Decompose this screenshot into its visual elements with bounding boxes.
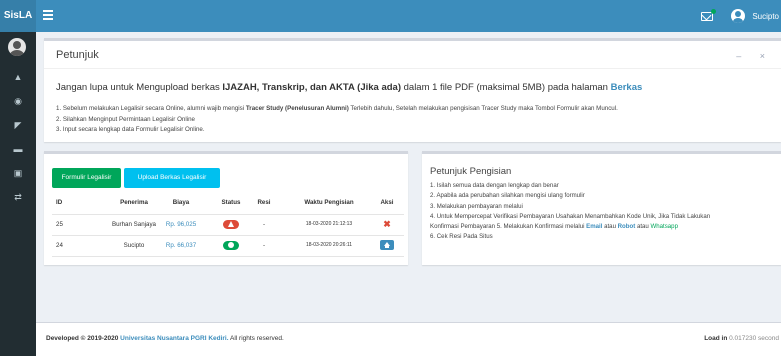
petunjuk-pengisian-box: Petunjuk Pengisian 1. Isilah semua data … (422, 151, 781, 265)
box-tools[interactable]: – × (736, 51, 773, 61)
shuffle-icon[interactable]: ⇄ (0, 192, 36, 202)
footer-load-time: Load in 0.017230 second (704, 335, 779, 342)
whatsapp-link[interactable]: Whatsapp (651, 223, 678, 230)
row-biaya-link[interactable]: Rp. 66,037 (159, 236, 203, 255)
warning-icon (223, 219, 239, 229)
petunjuk-pengisian-list: 1. Isilah semua data dengan lengkap dan … (430, 181, 710, 243)
list-item: 3. Melakukan pembayaran melalui (430, 202, 523, 210)
column-header: Penerima (120, 199, 148, 206)
table-row: 25 Burhan Sanjaya Rp. 96,025 - 18-03-202… (52, 214, 404, 234)
home-icon[interactable]: ▲ (0, 72, 36, 82)
row-penerima: Burhan Sanjaya (111, 221, 157, 228)
upload-icon[interactable] (380, 240, 394, 251)
formulir-legalisir-button[interactable]: Formulir Legalisir (52, 168, 121, 188)
email-link[interactable]: Email (586, 223, 602, 230)
sidebar: ▲ ◉ ◤ ▬ ▣ ⇄ (0, 32, 36, 356)
lock-icon[interactable]: ▣ (0, 168, 36, 178)
petunjuk-pengisian-title: Petunjuk Pengisian (430, 166, 512, 177)
upload-notice: Jangan lupa untuk Mengupload berkas IJAZ… (56, 82, 643, 93)
notification-dot (711, 8, 717, 14)
footer: Developed © 2019-2020 Universitas Nusant… (36, 322, 781, 356)
step-1: 1. Sebelum melakukan Legalisir secara On… (56, 105, 618, 112)
row-id: 25 (56, 221, 63, 228)
footer-copyright: Developed © 2019-2020 Universitas Nusant… (46, 335, 284, 342)
delete-icon[interactable]: ✖ (383, 215, 391, 234)
navbar-right: Sucipto (701, 0, 781, 32)
check-icon (223, 240, 239, 250)
sidebar-avatar (8, 38, 26, 56)
table-header: ID Penerima Biaya Status Resi Waktu Peng… (52, 194, 404, 212)
column-header: Aksi (380, 199, 394, 206)
row-action[interactable] (378, 236, 396, 255)
table-row: 24 Sucipto Rp. 66,037 - 18-03-2020 20:26… (52, 235, 404, 255)
row-resi: - (262, 221, 266, 228)
mail-icon[interactable] (701, 8, 717, 21)
row-action[interactable]: ✖ (378, 215, 396, 234)
robot-link[interactable]: Robot (618, 223, 636, 230)
row-waktu: 18-03-2020 20:26:11 (305, 242, 353, 248)
row-waktu: 18-03-2020 21:12:13 (305, 221, 353, 227)
column-header: ID (56, 199, 63, 206)
column-header: Waktu Pengisian (304, 199, 354, 206)
list-item: 1. Isilah semua data dengan lengkap dan … (430, 182, 559, 189)
row-biaya-link[interactable]: Rp. 96,025 (159, 215, 203, 234)
petunjuk-box: Petunjuk – × Jangan lupa untuk Menguploa… (44, 38, 781, 142)
column-header: Resi (257, 199, 271, 206)
table-bottom-border (52, 256, 404, 257)
user-name[interactable]: Sucipto (752, 12, 779, 21)
divider (44, 68, 781, 69)
petunjuk-title: Petunjuk (56, 49, 99, 61)
app-logo[interactable]: SisLA (0, 0, 36, 32)
list-icon[interactable]: ▬ (0, 144, 36, 154)
list-item: 6. Cek Resi Pada Situs (430, 233, 493, 241)
legalisir-box: Formulir Legalisir Upload Berkas Legalis… (44, 151, 408, 265)
top-navbar: SisLA Sucipto (0, 0, 781, 32)
row-resi: - (262, 242, 266, 249)
chart-icon[interactable]: ◤ (0, 120, 36, 130)
berkas-link[interactable]: Berkas (611, 82, 643, 93)
steps-list: 1. Sebelum melakukan Legalisir secara On… (56, 104, 618, 136)
step-3: 3. Input secara lengkap data Formulir Le… (56, 126, 205, 133)
user-icon[interactable]: ◉ (0, 96, 36, 106)
step-2: 2. Silahkan Menginput Permintaan Legalis… (56, 115, 195, 123)
upload-berkas-button[interactable]: Upload Berkas Legalisir (124, 168, 220, 188)
column-header: Biaya (172, 199, 190, 206)
university-link[interactable]: Universitas Nusantara PGRI Kediri. (120, 335, 228, 342)
sidebar-toggle-icon[interactable] (43, 10, 53, 20)
row-id: 24 (56, 242, 63, 249)
status-badge (220, 215, 242, 234)
list-item: Konfirmasi Pembayaran 5. Melakukan Konfi… (430, 223, 678, 231)
list-item: 2. Apabila ada perubahan silahkan mengis… (430, 192, 585, 200)
status-badge (220, 236, 242, 255)
row-penerima: Sucipto (123, 242, 145, 249)
user-avatar-icon[interactable] (731, 9, 746, 23)
list-item: 4. Untuk Mempercepat Verifikasi Pembayar… (430, 212, 711, 220)
column-header: Status (221, 199, 241, 206)
